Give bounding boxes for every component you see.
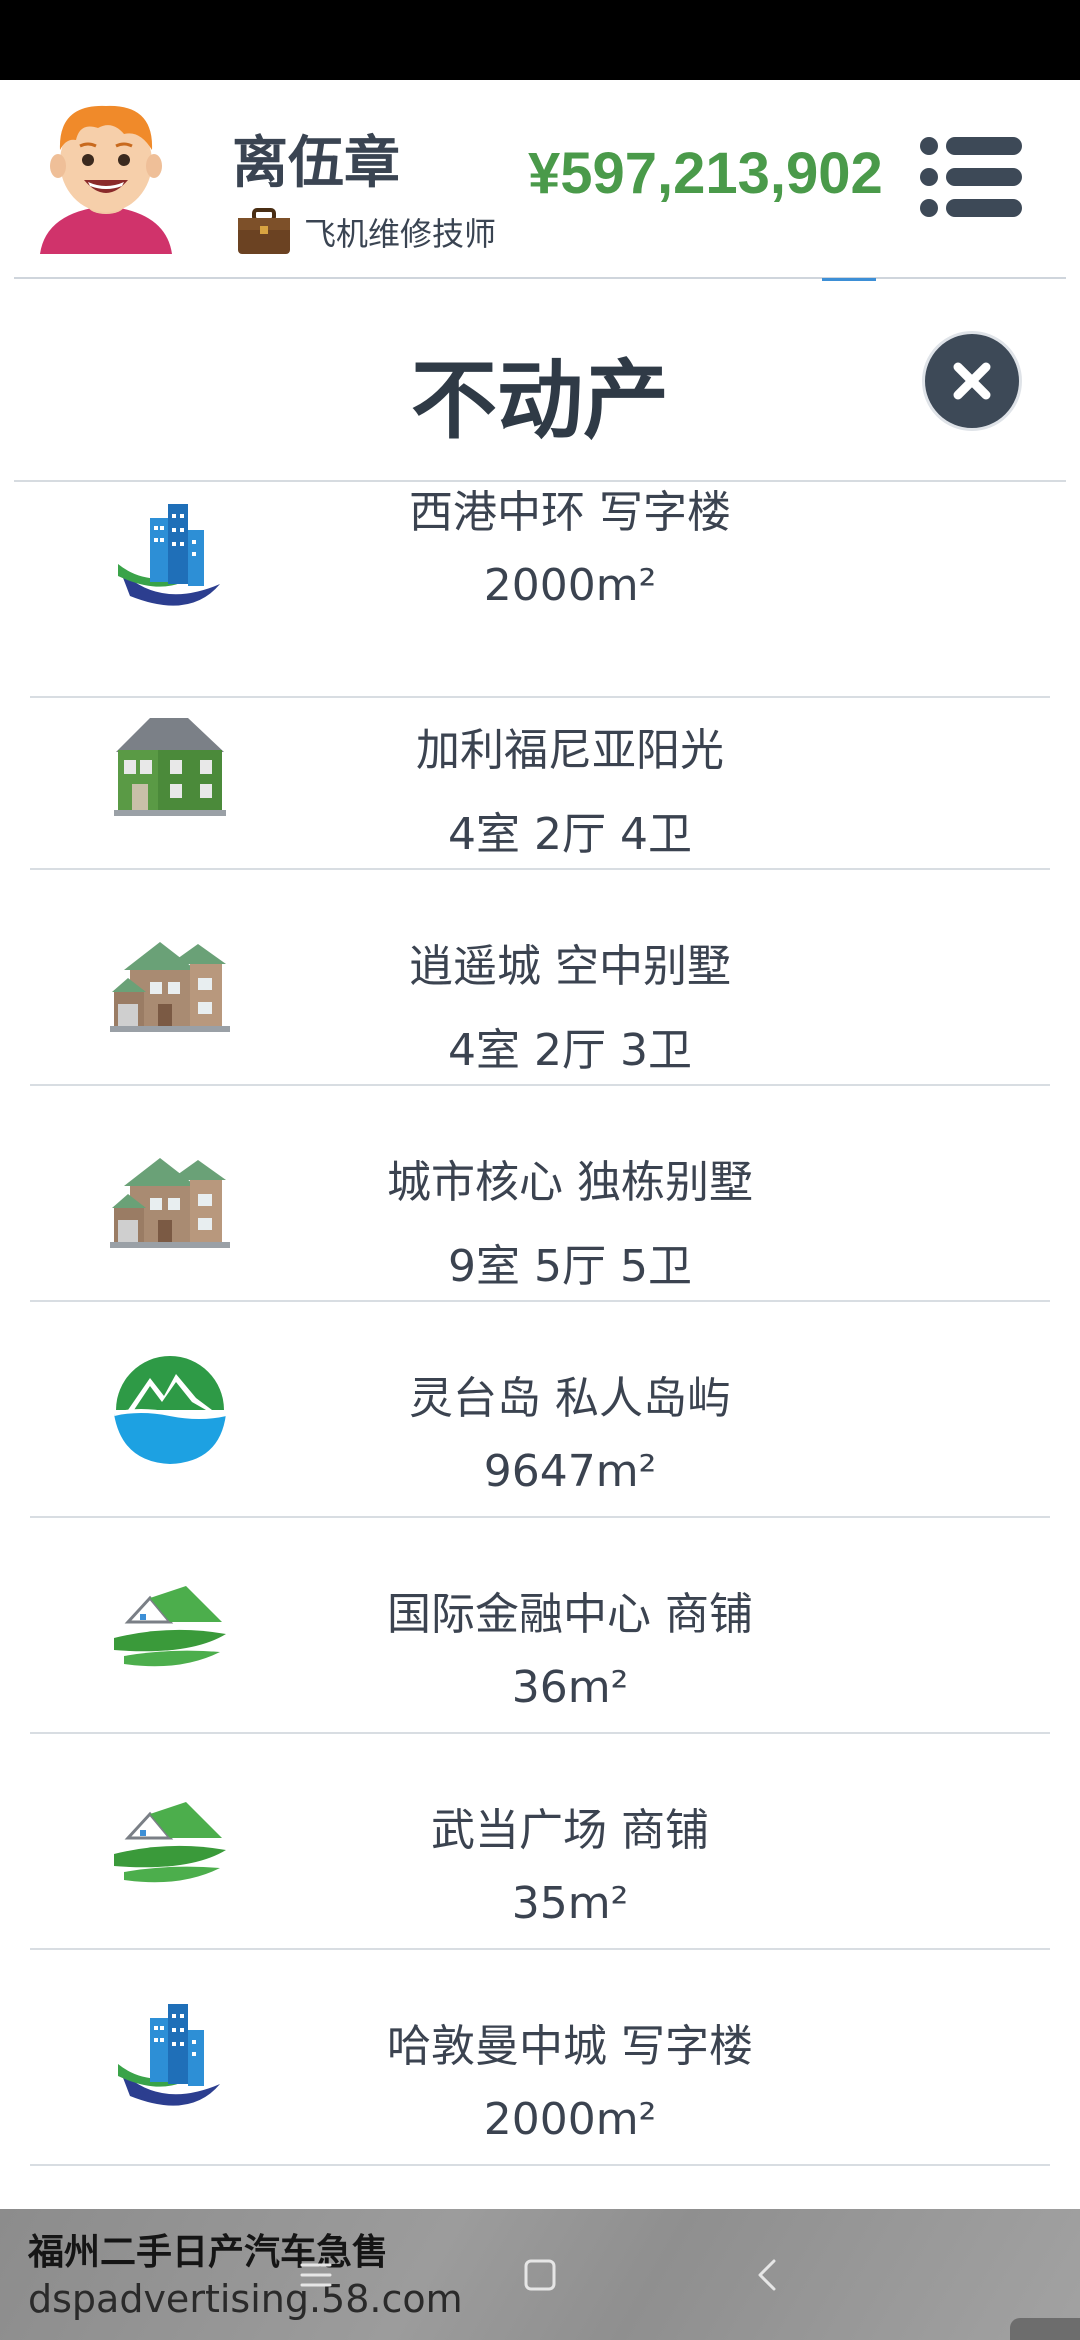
property-size: 36m²: [511, 1662, 629, 1713]
avatar: [40, 105, 172, 254]
header-divider: [14, 277, 1066, 279]
modal-title: 不动产: [411, 351, 669, 451]
property-name: 逍遥城 空中别墅: [409, 941, 731, 992]
property-row[interactable]: 灵台岛 私人岛屿 9647m²: [30, 1302, 1050, 1518]
ad-badge: [1010, 2318, 1080, 2340]
property-list[interactable]: 西港中环 写字楼 2000m² 加利福尼亚阳光 4室 2厅 4卫 逍遥城 空中别…: [0, 482, 1080, 2209]
nav-back-icon[interactable]: [738, 2245, 798, 2305]
property-size: 9室 5厅 5卫: [448, 1241, 692, 1292]
job-title: 飞机维修技师: [304, 215, 497, 253]
ad-url: dspadvertising.58.com: [28, 2277, 463, 2321]
property-name: 国际金融中心 商铺: [387, 1589, 753, 1640]
property-name: 加利福尼亚阳光: [416, 725, 724, 776]
property-row[interactable]: 逍遥城 空中别墅 4室 2厅 3卫: [30, 870, 1050, 1086]
property-row[interactable]: 城市核心 独栋别墅 9室 5厅 5卫: [30, 1086, 1050, 1302]
nav-menu-icon[interactable]: [286, 2245, 346, 2305]
property-row[interactable]: 国际金融中心 商铺 36m²: [30, 1518, 1050, 1734]
property-size: 9647m²: [483, 1446, 657, 1497]
property-row[interactable]: 武当广场 商铺 35m²: [30, 1734, 1050, 1950]
property-row[interactable]: 加利福尼亚阳光 4室 2厅 4卫: [30, 654, 1050, 870]
property-row[interactable]: 哈敦曼中城 写字楼 2000m²: [30, 1950, 1050, 2166]
job-row: 飞机维修技师: [236, 208, 496, 256]
property-size: 2000m²: [483, 560, 657, 611]
property-size: 2000m²: [483, 2094, 657, 2145]
player-name: 离伍章: [232, 131, 400, 196]
profile-header: 离伍章 飞机维修技师 ¥597,213,902: [0, 80, 1080, 278]
briefcase-icon: [238, 208, 290, 254]
close-icon: [953, 362, 991, 400]
tab-accent: [822, 278, 876, 281]
close-button[interactable]: [922, 331, 1022, 431]
property-size: 4室 2厅 4卫: [448, 809, 692, 860]
nav-home-icon[interactable]: [510, 2245, 570, 2305]
property-name: 武当广场 商铺: [431, 1805, 709, 1856]
money-balance: ¥597,213,902: [528, 141, 883, 206]
property-name: 哈敦曼中城 写字楼: [387, 2021, 753, 2072]
property-size: 4室 2厅 3卫: [448, 1025, 692, 1076]
property-name: 灵台岛 私人岛屿: [409, 1373, 731, 1424]
property-name: 西港中环 写字楼: [409, 487, 731, 538]
status-bar: [0, 0, 1080, 80]
list-menu-icon: [920, 137, 1022, 217]
property-size: 35m²: [511, 1878, 629, 1929]
ad-banner[interactable]: 福州二手日产汽车急售 dspadvertising.58.com: [0, 2209, 1080, 2340]
property-name: 城市核心 独栋别墅: [387, 1157, 753, 1208]
menu-button[interactable]: [920, 136, 1024, 218]
